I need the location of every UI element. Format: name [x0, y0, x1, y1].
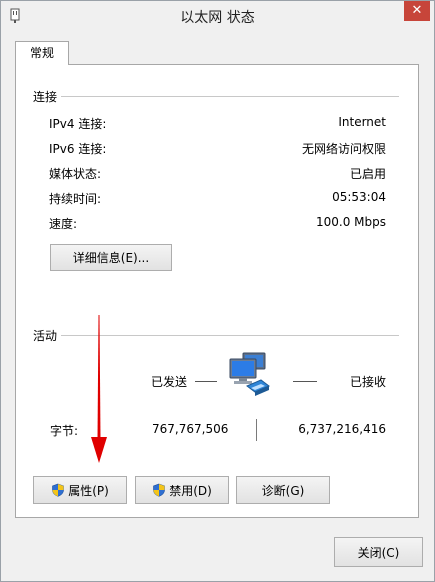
- bytes-label: 字节:: [50, 424, 79, 438]
- sent-connector-line: [195, 381, 217, 382]
- connection-group-label: 连接: [33, 90, 58, 104]
- properties-button-label: 属性(P): [68, 483, 109, 498]
- diagnose-button-label: 诊断(G): [261, 483, 305, 498]
- annotation-arrow: [91, 315, 107, 463]
- tab-general[interactable]: 常规: [15, 41, 69, 65]
- duration-value: 05:53:04: [332, 190, 386, 204]
- window-title: 以太网 状态: [180, 10, 255, 26]
- duration-label: 持续时间:: [49, 192, 102, 206]
- close-button-label: 关闭(C): [357, 545, 400, 560]
- ethernet-status-window: 以太网 状态 ✕ 常规 连接 IPv4 连接: Internet IPv6 连接…: [0, 0, 435, 582]
- title-bar[interactable]: 以太网 状态 ✕: [1, 1, 434, 31]
- activity-group-label: 活动: [33, 329, 58, 343]
- activity-group-divider: [61, 335, 399, 336]
- ipv6-connectivity-label: IPv6 连接:: [49, 142, 107, 156]
- media-state-value: 已启用: [349, 167, 386, 181]
- activity-separator: [256, 419, 257, 441]
- ipv6-connectivity-value: 无网络访问权限: [301, 142, 386, 156]
- close-button[interactable]: 关闭(C): [334, 537, 423, 567]
- received-connector-line: [293, 381, 317, 382]
- bytes-received-value: 6,737,216,416: [298, 422, 386, 436]
- received-label: 已接收: [350, 375, 387, 389]
- sent-label: 已发送: [151, 375, 188, 389]
- speed-value: 100.0 Mbps: [315, 215, 386, 229]
- ipv4-connectivity-label: IPv4 连接:: [49, 117, 107, 131]
- media-state-label: 媒体状态:: [49, 167, 102, 181]
- speed-label: 速度:: [49, 217, 78, 231]
- network-computers-icon: [229, 352, 270, 396]
- ipv4-connectivity-value: Internet: [338, 115, 386, 129]
- bytes-sent-value: 767,767,506: [152, 422, 229, 436]
- properties-button[interactable]: 属性(P): [33, 476, 127, 504]
- window-close-button[interactable]: ✕: [404, 1, 430, 21]
- details-button[interactable]: 详细信息(E)...: [50, 244, 172, 271]
- diagnose-button[interactable]: 诊断(G): [236, 476, 330, 504]
- disable-button[interactable]: 禁用(D): [135, 476, 229, 504]
- uac-shield-icon: [52, 483, 64, 497]
- general-tab-panel: [15, 64, 419, 518]
- details-button-label: 详细信息(E)...: [72, 251, 150, 265]
- connection-group-divider: [61, 96, 399, 97]
- uac-shield-icon: [153, 483, 165, 497]
- disable-button-label: 禁用(D): [169, 483, 212, 498]
